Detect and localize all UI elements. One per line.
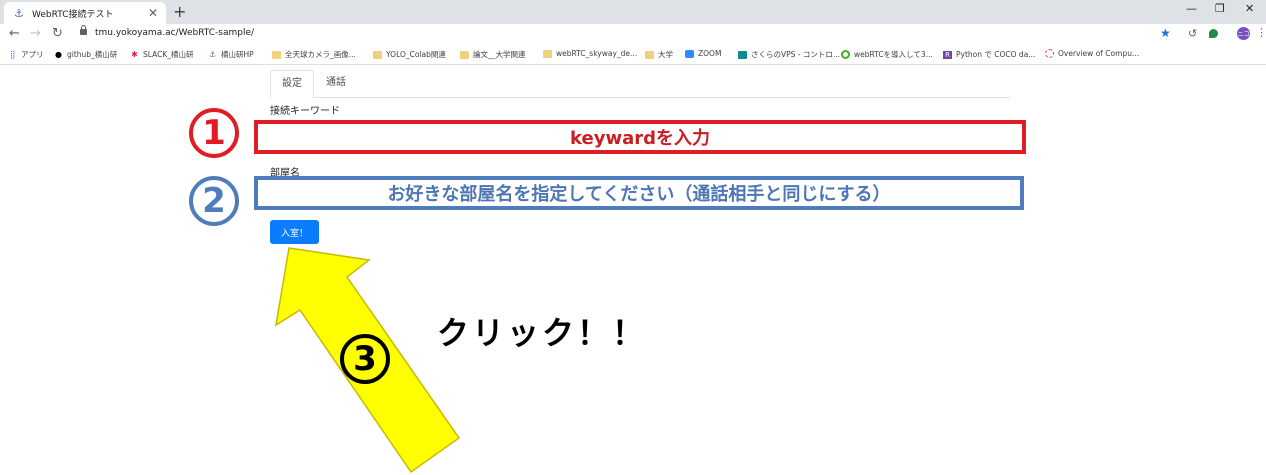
- step2-marker: ②2: [189, 176, 239, 226]
- enter-room-button[interactable]: 入室！: [270, 220, 319, 244]
- step1-instruction: keywardを入力: [570, 128, 710, 149]
- digit-1: 1: [202, 113, 226, 153]
- keyword-input-highlight[interactable]: keywardを入力: [254, 120, 1026, 154]
- step3-instruction: クリック！！: [437, 314, 648, 352]
- yellow-arrow: [274, 247, 461, 474]
- room-name-input-highlight[interactable]: お好きな部屋名を指定してください（通話相手と同じにする）: [254, 176, 1024, 210]
- step3-marker: ③3: [340, 334, 390, 384]
- digit-2: 2: [202, 181, 226, 221]
- step2-instruction: お好きな部屋名を指定してください（通話相手と同じにする）: [387, 184, 891, 205]
- digit-3: 3: [353, 339, 377, 379]
- step1-marker: ①1: [189, 108, 239, 158]
